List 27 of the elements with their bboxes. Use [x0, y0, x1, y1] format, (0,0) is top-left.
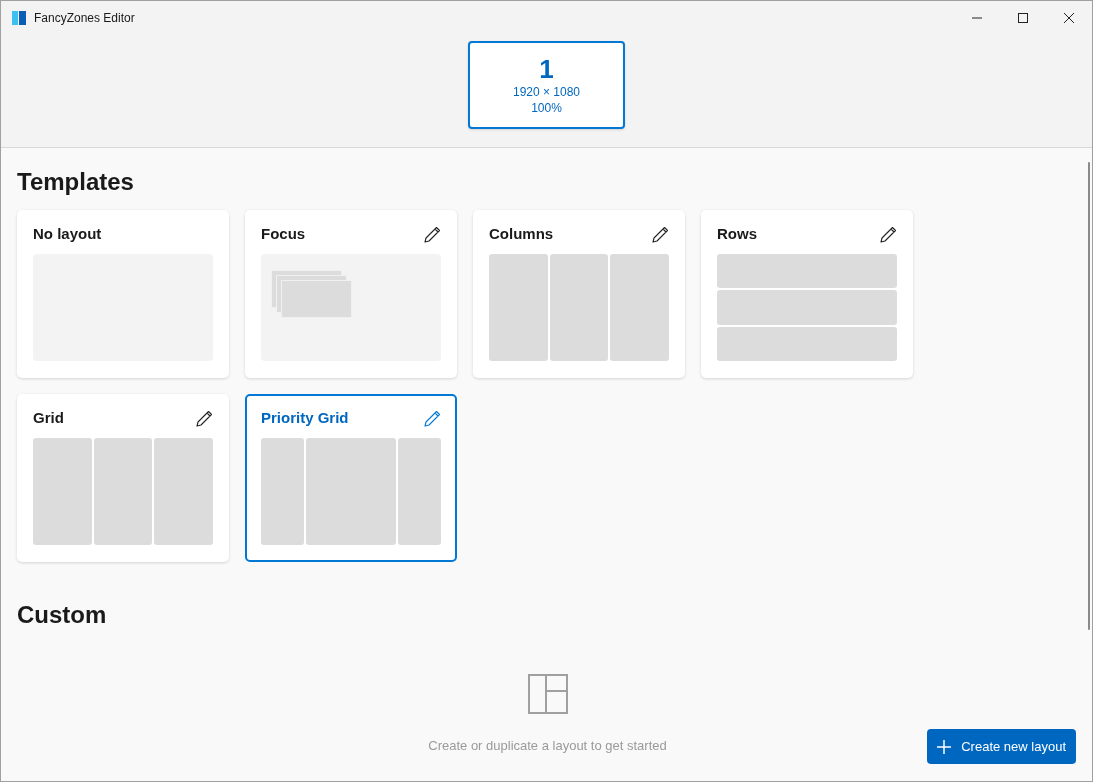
monitor-tile[interactable]: 1 1920 × 1080 100% — [468, 41, 625, 129]
section-heading: Custom — [17, 600, 108, 630]
layout-name: Focus — [261, 223, 306, 244]
create-layout-button[interactable]: Create new layout — [927, 729, 1076, 764]
layout-card[interactable]: Rows — [701, 210, 913, 378]
plus-icon — [937, 739, 952, 754]
layout-name: Priority Grid — [261, 407, 349, 428]
edit-icon[interactable] — [652, 225, 669, 243]
maximize-icon — [1018, 13, 1028, 23]
app-icon — [12, 11, 26, 25]
layout-icon — [527, 674, 568, 714]
edit-icon[interactable] — [196, 409, 213, 427]
edit-icon[interactable] — [880, 225, 897, 243]
layout-name: Rows — [717, 223, 757, 244]
layout-name: Columns — [489, 223, 554, 244]
edit-icon[interactable] — [424, 225, 441, 243]
close-icon — [1064, 13, 1074, 23]
empty-message: Create or duplicate a layout to get started — [428, 737, 667, 755]
layout-card[interactable]: No layout — [17, 210, 229, 378]
layout-card[interactable]: Columns — [473, 210, 685, 378]
window-title: FancyZones Editor — [34, 10, 135, 27]
section-heading: Templates — [17, 167, 135, 197]
layout-card[interactable]: Grid — [17, 394, 229, 562]
layout-card[interactable]: Priority Grid — [245, 394, 457, 562]
layout-name: Grid — [33, 407, 64, 428]
layout-name: No layout — [33, 223, 102, 244]
layout-card[interactable]: Focus — [245, 210, 457, 378]
